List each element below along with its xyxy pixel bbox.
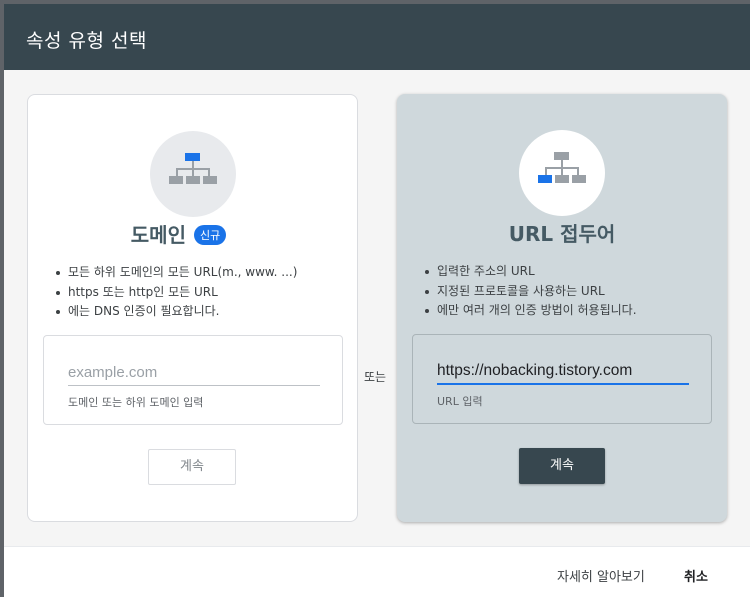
domain-card[interactable]: 도메인 신규 모든 하위 도메인의 모든 URL(m., www. ...) ht…	[27, 94, 358, 522]
domain-bullet-1: 모든 하위 도메인의 모든 URL(m., www. ...)	[54, 263, 297, 283]
property-type-dialog: 속성 유형 선택 도메인 신규 모든 하위 도메인의 모든 URL(m., ww…	[4, 4, 750, 597]
domain-bullet-3: 에는 DNS 인증이 필요합니다.	[54, 302, 297, 322]
sitemap-icon	[169, 153, 217, 184]
url-prefix-bullet-2: 지정된 프로토콜을 사용하는 URL	[423, 282, 637, 302]
url-prefix-bullet-3: 에만 여러 개의 인증 방법이 허용됩니다.	[423, 301, 637, 321]
domain-input[interactable]	[68, 360, 320, 386]
learn-more-link[interactable]: 자세히 알아보기	[557, 566, 645, 585]
url-prefix-input-box: URL 입력	[412, 334, 712, 424]
url-prefix-card[interactable]: URL 접두어 입력한 주소의 URL 지정된 프로토콜을 사용하는 URL 에…	[397, 94, 727, 522]
new-badge: 신규	[193, 224, 227, 245]
url-prefix-card-title: URL 접두어	[508, 222, 616, 246]
domain-icon-circle	[150, 131, 236, 217]
url-prefix-bullet-1: 입력한 주소의 URL	[423, 262, 637, 282]
dialog-title: 속성 유형 선택	[26, 30, 147, 52]
or-divider-label: 또는	[364, 370, 387, 384]
dialog-header: 속성 유형 선택	[4, 4, 750, 70]
cancel-button[interactable]: 취소	[684, 566, 708, 585]
domain-bullet-list: 모든 하위 도메인의 모든 URL(m., www. ...) https 또는…	[54, 263, 297, 322]
domain-card-title: 도메인 신규	[14, 219, 343, 248]
url-prefix-continue-button[interactable]: 계속	[519, 448, 605, 484]
dialog-body: 도메인 신규 모든 하위 도메인의 모든 URL(m., www. ...) ht…	[4, 70, 750, 546]
url-prefix-icon-circle	[519, 130, 605, 216]
domain-title-text: 도메인	[130, 223, 186, 247]
domain-input-helper: 도메인 또는 하위 도메인 입력	[68, 396, 204, 409]
dialog-footer: 자세히 알아보기 취소	[4, 546, 750, 597]
domain-continue-button[interactable]: 계속	[148, 449, 236, 485]
url-prefix-input-helper: URL 입력	[437, 395, 483, 408]
url-prefix-bullet-list: 입력한 주소의 URL 지정된 프로토콜을 사용하는 URL 에만 여러 개의 …	[423, 262, 637, 321]
domain-bullet-2: https 또는 http인 모든 URL	[54, 283, 297, 303]
sitemap-icon	[538, 152, 586, 183]
domain-input-box: 도메인 또는 하위 도메인 입력	[43, 335, 343, 425]
url-prefix-input[interactable]	[437, 359, 689, 385]
